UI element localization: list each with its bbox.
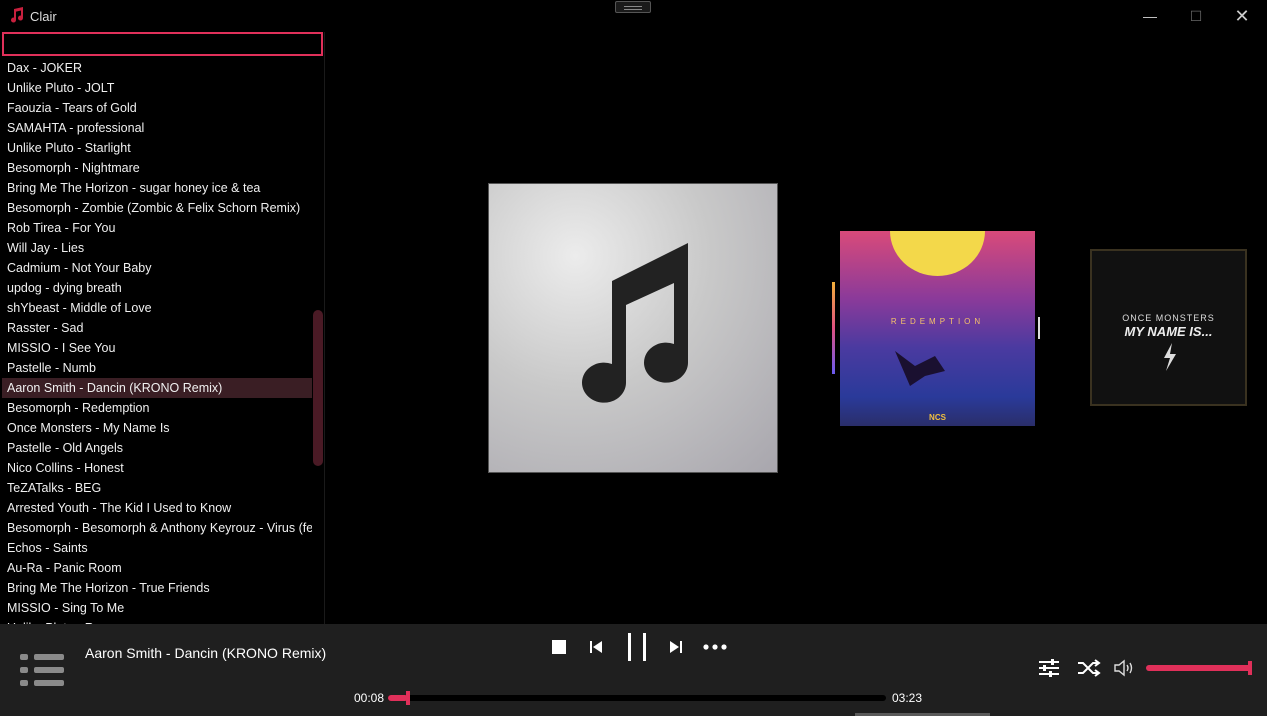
current-cover[interactable] bbox=[488, 183, 778, 473]
previous-icon bbox=[590, 641, 602, 653]
music-note-icon bbox=[582, 243, 688, 403]
redemption-cover[interactable]: REDEMPTION NCS bbox=[840, 231, 1035, 426]
maximize-button[interactable]: ☐ bbox=[1176, 4, 1216, 28]
song-list: Dax - JOKER Unlike Pluto - JOLT Faouzia - … bbox=[2, 58, 312, 624]
sun-shape bbox=[890, 231, 985, 276]
stop-icon bbox=[552, 640, 566, 654]
scrollbar-thumb[interactable] bbox=[313, 310, 323, 466]
equalizer-icon[interactable] bbox=[1036, 656, 1062, 680]
pause-button[interactable] bbox=[622, 633, 652, 661]
drag-handle[interactable] bbox=[615, 1, 651, 13]
falling-figure-icon bbox=[895, 351, 945, 386]
song-list-item[interactable]: SAMAHTA - professional bbox=[2, 118, 312, 138]
total-time: 03:23 bbox=[892, 691, 923, 705]
song-list-item[interactable]: TeZATalks - BEG bbox=[2, 478, 312, 498]
close-button[interactable]: ✕ bbox=[1222, 4, 1262, 28]
song-list-item[interactable]: updog - dying breath bbox=[2, 278, 312, 298]
song-list-item[interactable]: Rasster - Sad bbox=[2, 318, 312, 338]
song-list-item[interactable]: Echos - Saints bbox=[2, 538, 312, 558]
divider-mark bbox=[1038, 317, 1044, 339]
volume-icon[interactable] bbox=[1112, 656, 1138, 680]
more-button[interactable] bbox=[700, 634, 730, 660]
seek-fill bbox=[388, 695, 408, 701]
pause-icon bbox=[628, 633, 646, 661]
shuffle-icon[interactable] bbox=[1076, 656, 1102, 680]
cover-label: NCS bbox=[929, 413, 946, 422]
search-input[interactable] bbox=[2, 32, 323, 56]
song-list-item[interactable]: Dax - JOKER bbox=[2, 58, 312, 78]
accent-bar bbox=[832, 282, 835, 374]
song-list-item[interactable]: Besomorph - Besomorph & Anthony Keyrouz … bbox=[2, 518, 312, 538]
song-list-item[interactable]: Nico Collins - Honest bbox=[2, 458, 312, 478]
song-list-item[interactable]: Aaron Smith - Dancin (KRONO Remix) bbox=[2, 378, 312, 398]
song-list-item[interactable]: MISSIO - I See You bbox=[2, 338, 312, 358]
song-list-item[interactable]: Besomorph - Zombie (Zombic & Felix Schor… bbox=[2, 198, 312, 218]
music-note-icon bbox=[11, 7, 24, 23]
lightning-icon bbox=[1164, 343, 1176, 371]
song-list-item[interactable]: Arrested Youth - The Kid I Used to Know bbox=[2, 498, 312, 518]
song-list-item[interactable]: Cadmium - Not Your Baby bbox=[2, 258, 312, 278]
seek-thumb[interactable] bbox=[405, 691, 410, 705]
next-icon bbox=[670, 641, 682, 653]
volume-slider[interactable] bbox=[1146, 661, 1252, 675]
now-playing-title: Aaron Smith - Dancin (KRONO Remix) bbox=[85, 645, 327, 661]
cover-title: REDEMPTION bbox=[890, 317, 985, 326]
previous-button[interactable] bbox=[586, 634, 606, 660]
song-list-item[interactable]: Faouzia - Tears of Gold bbox=[2, 98, 312, 118]
cover-title: MY NAME IS... bbox=[1124, 324, 1213, 339]
song-list-item[interactable]: Unlike Pluto - Starlight bbox=[2, 138, 312, 158]
song-list-item[interactable]: Pastelle - Old Angels bbox=[2, 438, 312, 458]
volume-thumb[interactable] bbox=[1248, 661, 1252, 675]
song-list-item[interactable]: MISSIO - Sing To Me bbox=[2, 598, 312, 618]
song-list-item[interactable]: Bring Me The Horizon - sugar honey ice &… bbox=[2, 178, 312, 198]
cover-flow: REDEMPTION NCS ONCE MONSTERS MY NAME IS.… bbox=[326, 32, 1267, 624]
playlist-icon[interactable] bbox=[18, 650, 66, 690]
cover-artist: ONCE MONSTERS bbox=[1122, 313, 1215, 323]
minimize-button[interactable]: — bbox=[1130, 4, 1170, 28]
song-list-item[interactable]: Unlike Pluto - JOLT bbox=[2, 78, 312, 98]
song-list-item[interactable]: Will Jay - Lies bbox=[2, 238, 312, 258]
volume-fill bbox=[1146, 665, 1252, 671]
sidebar: Dax - JOKER Unlike Pluto - JOLT Faouzia - … bbox=[0, 32, 325, 624]
next-button[interactable] bbox=[666, 634, 686, 660]
song-list-item[interactable]: Au-Ra - Panic Room bbox=[2, 558, 312, 578]
song-list-item[interactable]: shYbeast - Middle of Love bbox=[2, 298, 312, 318]
app-title: Clair bbox=[30, 9, 57, 24]
song-list-item[interactable]: Once Monsters - My Name Is bbox=[2, 418, 312, 438]
song-list-item[interactable]: Besomorph - Redemption bbox=[2, 398, 312, 418]
more-icon bbox=[703, 644, 727, 650]
song-list-item[interactable]: Pastelle - Numb bbox=[2, 358, 312, 378]
seek-bar[interactable] bbox=[388, 691, 886, 705]
once-monsters-cover[interactable]: ONCE MONSTERS MY NAME IS... bbox=[1090, 249, 1247, 406]
song-list-item[interactable]: Rob Tirea - For You bbox=[2, 218, 312, 238]
song-list-item[interactable]: Besomorph - Nightmare bbox=[2, 158, 312, 178]
title-bar: Clair — ☐ ✕ bbox=[0, 0, 1267, 32]
song-list-item[interactable]: Bring Me The Horizon - True Friends bbox=[2, 578, 312, 598]
stop-button[interactable] bbox=[550, 634, 568, 660]
current-time: 00:08 bbox=[354, 691, 385, 705]
player-bar: Aaron Smith - Dancin (KRONO Remix) 00:08… bbox=[0, 624, 1267, 716]
